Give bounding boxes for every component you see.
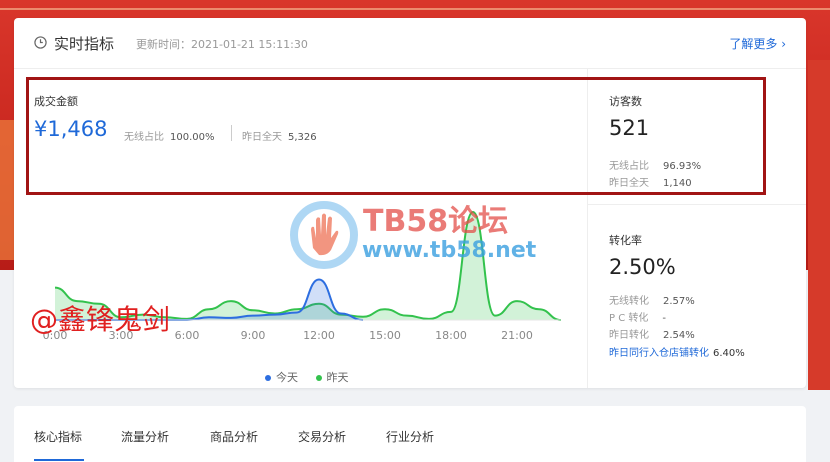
card-title: 实时指标	[54, 35, 115, 53]
tab-traffic-analysis[interactable]: 流量分析	[121, 428, 169, 445]
analysis-tabs: 核心指标 流量分析 商品分析 交易分析 行业分析	[14, 406, 806, 462]
watermark-forum-url: www.tb58.net	[362, 238, 537, 263]
tab-transaction-analysis[interactable]: 交易分析	[298, 428, 346, 445]
conversion-label: 转化率	[609, 234, 642, 247]
conversion-wireless-label: 无线转化	[609, 296, 649, 307]
highlight-annotation	[26, 77, 766, 195]
tab-core-metrics[interactable]: 核心指标	[34, 428, 82, 445]
card-header: 实时指标 更新时间：2021-01-21 15:11:30 了解更多 ›	[14, 18, 806, 69]
conversion-yesterday: 昨日转化 2.54%	[609, 326, 695, 341]
peer-conversion-link[interactable]: 昨日同行入仓店铺转化 6.40%	[609, 344, 745, 359]
x-tick-label: 9:00	[241, 329, 266, 342]
tab-industry-analysis[interactable]: 行业分析	[386, 428, 434, 445]
learn-more-link[interactable]: 了解更多 ›	[729, 35, 786, 52]
watermark-forum-name: TB58论坛	[363, 204, 509, 239]
chart-legend: 今天 昨天	[265, 369, 363, 385]
tab-product-analysis[interactable]: 商品分析	[210, 428, 258, 445]
legend-today-dot	[265, 375, 271, 381]
conversion-pc-label: P C 转化	[609, 313, 649, 324]
conversion-wireless: 无线转化 2.57%	[609, 292, 695, 307]
x-tick-label: 18:00	[435, 329, 467, 342]
banner-line	[0, 8, 830, 10]
conversion-value: 2.50%	[609, 255, 676, 279]
update-time: 更新时间：2021-01-21 15:11:30	[136, 38, 308, 51]
x-tick-label: 15:00	[369, 329, 401, 342]
legend-yesterday-dot	[315, 375, 322, 381]
row-divider	[587, 204, 806, 205]
conversion-yesterday-value: 2.54%	[663, 330, 695, 341]
legend-today-label: 今天	[276, 371, 298, 384]
conversion-pc-value: -	[662, 313, 666, 324]
clock-icon	[34, 36, 47, 49]
x-tick-label: 21:00	[501, 329, 533, 342]
peer-conversion-value: 6.40%	[713, 348, 745, 359]
forum-logo-icon	[290, 201, 358, 269]
x-tick-label: 12:00	[303, 329, 335, 342]
legend-yesterday[interactable]: 昨天	[315, 371, 349, 384]
banner-decoration-right	[808, 60, 830, 390]
peer-conversion-label: 昨日同行入仓店铺转化	[609, 348, 709, 359]
banner-decoration	[0, 120, 14, 260]
legend-today[interactable]: 今天	[265, 371, 298, 384]
conversion-yesterday-label: 昨日转化	[609, 330, 649, 341]
conversion-wireless-value: 2.57%	[663, 296, 695, 307]
active-tab-indicator	[34, 459, 84, 461]
watermark-author: @鑫锋鬼剑	[30, 303, 171, 336]
x-tick-label: 6:00	[175, 329, 200, 342]
conversion-pc: P C 转化 -	[609, 309, 666, 324]
legend-yesterday-label: 昨天	[326, 371, 349, 384]
